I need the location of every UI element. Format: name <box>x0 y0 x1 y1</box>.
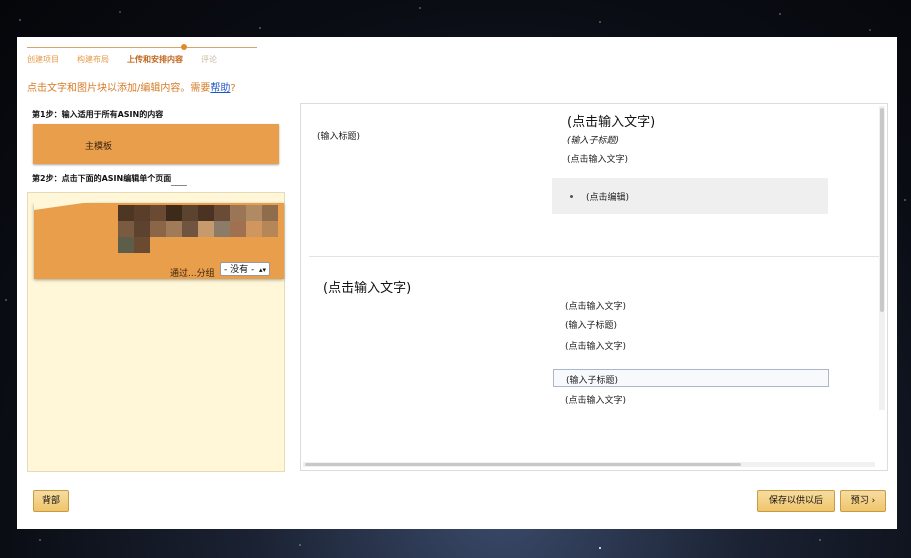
card-notch <box>34 200 104 210</box>
module1-heading-placeholder[interactable]: (输入标题) <box>317 129 360 142</box>
step-upload-content[interactable]: 上传和安排内容 <box>127 54 183 65</box>
asin-card[interactable]: 通过...分组 - 没有 - ▴▾ <box>34 200 284 279</box>
module2-body3[interactable]: (点击输入文字) <box>565 393 626 406</box>
module1-bullet-item[interactable]: (点击编辑) <box>586 190 629 203</box>
module1-body[interactable]: (点击输入文字) <box>567 152 628 165</box>
module1-subtitle[interactable]: (输入子标题) <box>567 133 619 146</box>
preview-horizontal-scrollbar[interactable] <box>303 462 875 467</box>
module2-body2[interactable]: (点击输入文字) <box>565 339 626 352</box>
help-link[interactable]: 帮助 <box>210 83 230 94</box>
product-image-pixelated <box>102 205 278 253</box>
step-build-layout[interactable]: 构建布局 <box>77 54 109 65</box>
preview-vertical-scrollbar[interactable] <box>879 106 885 410</box>
save-for-later-button[interactable]: 保存以供以后 <box>757 490 835 512</box>
progress-track <box>27 47 257 48</box>
module2-subtitle1[interactable]: (输入子标题) <box>565 318 617 331</box>
preview-button[interactable]: 预习 › <box>840 490 886 512</box>
module1-title[interactable]: (点击输入文字) <box>567 111 655 130</box>
content-editor-panel: 创建项目 构建布局 上传和安排内容 评论 点击文字和图片块以添加/编辑内容。需要… <box>17 37 897 529</box>
group-by-label: 通过...分组 <box>170 269 215 279</box>
module1-bullet-list[interactable]: (点击编辑) <box>552 178 828 214</box>
step2-label: 第2步：点击下面的ASIN编辑单个页面 <box>32 174 172 183</box>
module2-title[interactable]: (点击输入文字) <box>323 277 411 296</box>
step-review: 评论 <box>201 55 217 64</box>
select-arrows-icon: ▴▾ <box>258 266 266 274</box>
progress-steps: 创建项目 构建布局 上传和安排内容 评论 <box>27 41 257 71</box>
back-button[interactable]: 背部 <box>33 490 69 512</box>
tab-underline <box>171 185 187 186</box>
group-by-select[interactable]: - 没有 - ▴▾ <box>220 262 270 276</box>
step-create-project[interactable]: 创建项目 <box>27 54 59 65</box>
help-instructions: 点击文字和图片块以添加/编辑内容。需要帮助? <box>27 83 236 94</box>
module2-body1[interactable]: (点击输入文字) <box>565 299 626 312</box>
master-template-label: 主模板 <box>85 142 113 152</box>
bullet-dot-icon <box>570 195 573 198</box>
asin-list[interactable]: 通过...分组 - 没有 - ▴▾ <box>27 192 285 472</box>
content-preview[interactable]: (输入标题) (点击输入文字) (输入子标题) (点击输入文字) (点击编辑) … <box>300 103 888 471</box>
module2-subtitle2-selected[interactable]: (输入子标题) <box>553 369 829 387</box>
module-divider <box>309 256 879 257</box>
master-template-tile[interactable]: 主模板 <box>33 124 279 164</box>
progress-current-dot <box>181 44 187 50</box>
step1-label: 第1步：输入适用于所有ASIN的内容 <box>32 110 164 119</box>
